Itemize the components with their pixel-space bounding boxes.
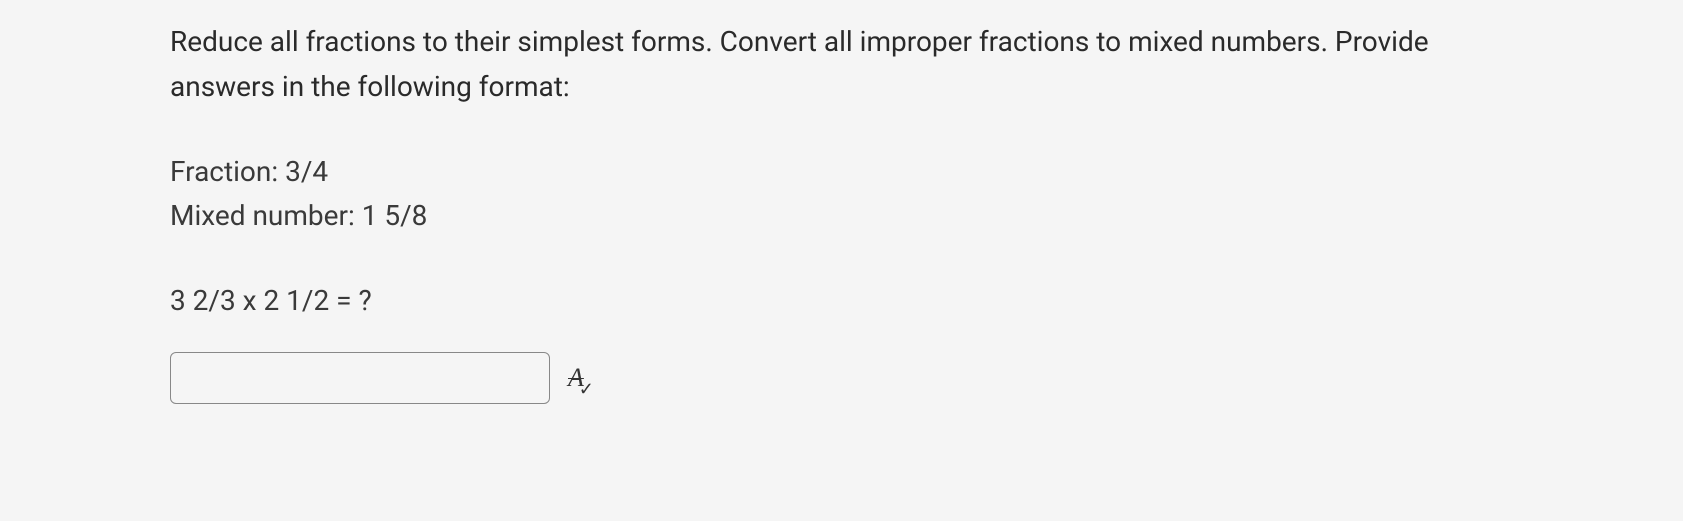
instruction-text: Reduce all fractions to their simplest f…	[170, 20, 1513, 110]
example-mixed-number: Mixed number: 1 5/8	[170, 194, 1513, 239]
example-block: Fraction: 3/4 Mixed number: 1 5/8	[170, 150, 1513, 240]
spellcheck-icon[interactable]: A ✓	[568, 357, 584, 399]
example-fraction: Fraction: 3/4	[170, 150, 1513, 195]
question-text: 3 2/3 x 2 1/2 = ?	[170, 279, 1513, 324]
spellcheck-check-icon: ✓	[579, 376, 594, 405]
answer-input[interactable]	[170, 352, 550, 404]
answer-row: A ✓	[170, 352, 1513, 404]
